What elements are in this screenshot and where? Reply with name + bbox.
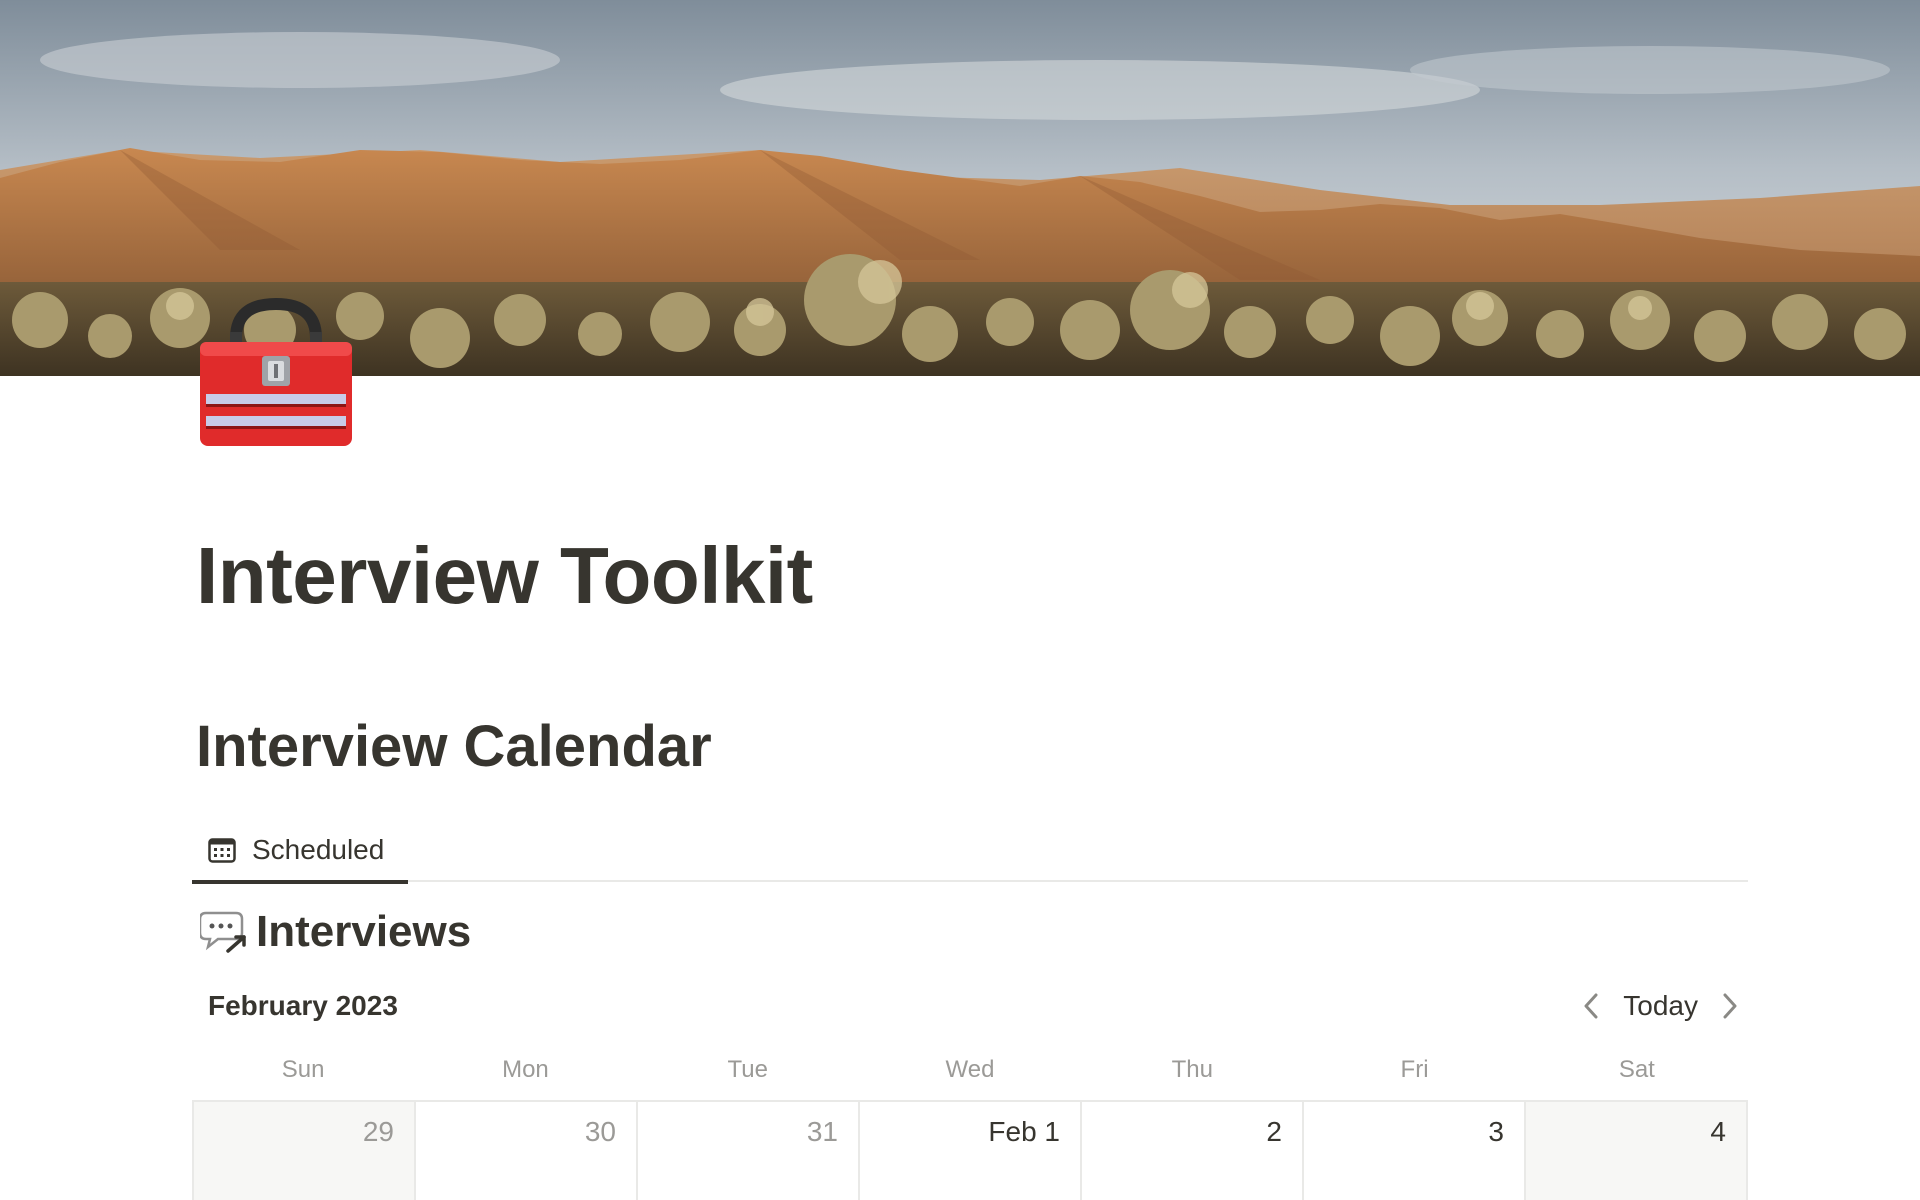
weekday-label: Thu — [1171, 1056, 1213, 1083]
calendar-week-row: 29 30 31 Feb 1 2 3 4 — [192, 1100, 1748, 1200]
weekday-label: Sun — [281, 1056, 325, 1083]
day-number: 31 — [806, 1116, 838, 1147]
calendar-day-cell[interactable]: Feb 1 — [860, 1102, 1082, 1200]
tab-scheduled[interactable]: Scheduled — [192, 818, 408, 884]
calendar-month: February 2023 — [208, 990, 398, 1021]
page-title[interactable]: Interview Toolkit — [196, 528, 813, 624]
next-month-button[interactable] — [1712, 984, 1748, 1028]
calendar-icon — [208, 836, 238, 864]
day-number: Feb 1 — [988, 1116, 1060, 1147]
day-number: 3 — [1488, 1116, 1504, 1147]
speech-bubble-icon — [198, 909, 248, 955]
day-number: 4 — [1710, 1116, 1726, 1147]
calendar-day-cell[interactable]: 2 — [1082, 1102, 1304, 1200]
weekday-label: Mon — [502, 1056, 549, 1083]
previous-month-button[interactable] — [1573, 984, 1609, 1028]
day-number: 2 — [1266, 1116, 1282, 1147]
weekday-header-row: Sun Mon Tue Wed Thu Fri Sat — [192, 1054, 1748, 1086]
weekday-label: Wed — [945, 1056, 995, 1083]
weekday-label: Tue — [727, 1056, 768, 1083]
database-title[interactable]: Interviews — [198, 904, 472, 960]
calendar-day-cell[interactable]: 3 — [1304, 1102, 1526, 1200]
chevron-right-icon — [1723, 993, 1737, 1019]
calendar-day-cell[interactable]: 31 — [638, 1102, 860, 1200]
calendar-navigation: Today — [1573, 984, 1748, 1028]
day-number: 30 — [584, 1116, 616, 1147]
tab-label: Scheduled — [252, 834, 385, 865]
weekday-label: Sat — [1618, 1056, 1655, 1083]
calendar-day-cell[interactable]: 30 — [416, 1102, 638, 1200]
day-number: 29 — [362, 1116, 394, 1147]
calendar-day-cell[interactable]: 29 — [194, 1102, 416, 1200]
chevron-left-icon — [1584, 993, 1598, 1019]
calendar-day-cell[interactable]: 4 — [1526, 1102, 1748, 1200]
weekday-label: Fri — [1400, 1056, 1429, 1083]
toolbox-icon[interactable] — [196, 297, 356, 450]
section-heading[interactable]: Interview Calendar — [196, 712, 712, 782]
database-title-text: Interviews — [256, 907, 472, 956]
today-button[interactable]: Today — [1609, 984, 1712, 1028]
view-tabs: Scheduled — [192, 818, 1748, 884]
